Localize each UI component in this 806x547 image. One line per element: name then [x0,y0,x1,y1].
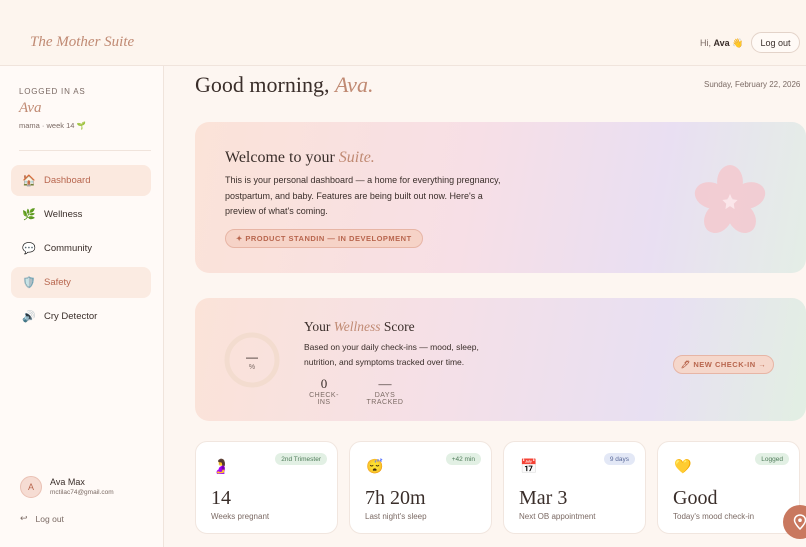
days-tracked-value: — [378,376,392,391]
weeks-pregnant-value: 14 [211,487,231,509]
mood-label: Today's mood check-in [673,512,755,521]
wellness-title: Your Wellness Score [304,319,415,335]
greeting-name: Ava. [334,72,374,97]
logged-in-label: LOGGED IN AS [19,87,86,96]
score-value: — [246,350,258,364]
appointment-label: Next OB appointment [519,512,596,521]
status-badge: ✦ PRODUCT STANDIN — IN DEVELOPMENT [225,229,423,248]
checkins-stat: 0 CHECK-INS [304,376,344,406]
sleep-card[interactable]: 😴 +42 min 7h 20m Last night's sleep [349,441,492,534]
appointment-value: Mar 3 [519,487,568,509]
sidebar-item-safety[interactable]: 🛡️ Safety [11,267,151,298]
sidebar-user-sub: mama · week 14 🌱 [19,121,86,130]
sidebar-item-label: Cry Detector [44,311,98,322]
welcome-title-accent: Suite. [338,149,375,166]
header-greeting-prefix: Hi, [700,38,711,48]
trimester-badge: 2nd Trimester [275,453,327,465]
wellness-title-suffix: Score [383,319,415,334]
wellness-title-accent: Wellness [333,319,381,334]
sakura-flower-icon [694,165,766,234]
location-pin-icon [793,514,806,530]
days-tracked-label: DAYS TRACKED [366,392,404,406]
mood-logged-badge: Logged [755,453,789,465]
chat-bubble-icon: 💬 [22,243,36,255]
header-greeting: Hi, Ava 👋 [700,38,743,49]
calendar-icon: 📅 [520,458,538,474]
sleeping-face-icon: 😴 [366,458,384,474]
logout-arrow-icon: ↩ [20,513,28,523]
sidebar-item-label: Wellness [44,209,83,220]
score-unit: % [248,364,256,371]
page-title: Good morning, Ava. [195,72,373,98]
mood-card[interactable]: 💛 Logged Good Today's mood check-in [657,441,800,534]
wellness-description: Based on your daily check-ins — mood, sl… [304,342,479,367]
sidebar-item-cry-detector[interactable]: 🔊 Cry Detector [11,301,151,332]
sidebar-logout-link[interactable]: ↩ Log out [20,513,64,524]
welcome-title: Welcome to your Suite. [225,149,375,167]
current-date: Sunday, February 22, 2026 [704,80,801,89]
appointment-countdown-badge: 9 days [603,453,635,465]
welcome-card: Welcome to your Suite. This is your pers… [195,122,806,273]
sidebar-item-community[interactable]: 💬 Community [11,233,151,264]
checkins-label: CHECK-INS [309,392,339,406]
sidebar-divider [19,150,151,151]
sidebar-item-wellness[interactable]: 🌿 Wellness [11,199,151,230]
sidebar-item-dashboard[interactable]: 🏠 Dashboard [11,165,151,196]
account-name: Ava Max [50,477,85,487]
account-email: mctilac74@gmail.com [50,489,114,496]
welcome-body: This is your personal dashboard — a home… [225,175,501,216]
top-bar: The Mother Suite Hi, Ava 👋 Log out [0,0,806,66]
wellness-score-card: — % Your Wellness Score Based on your da… [195,298,806,421]
yellow-heart-icon: 💛 [674,458,692,474]
herb-icon: 🌿 [22,209,36,221]
mood-value: Good [673,487,718,509]
speaker-icon: 🔊 [22,311,36,323]
sleep-delta-badge: +42 min [445,453,481,465]
weeks-pregnant-label: Weeks pregnant [211,512,270,521]
shield-icon: 🛡️ [22,277,36,289]
new-check-in-button[interactable]: 🖊 NEW CHECK-IN → [673,355,774,374]
sidebar-logout-label: Log out [35,513,64,524]
header-user-name: Ava [713,38,730,48]
sidebar-item-label: Dashboard [44,175,91,186]
sidebar-user-name: Ava [19,100,42,116]
avatar[interactable]: A [20,476,42,498]
sidebar: LOGGED IN AS Ava mama · week 14 🌱 🏠 Dash… [0,66,164,547]
sleep-label: Last night's sleep [365,512,427,521]
welcome-title-text: Welcome to your [225,149,335,166]
checkins-value: 0 [320,376,328,391]
days-tracked-stat: — DAYS TRACKED [358,376,412,406]
home-icon: 🏠 [22,175,36,187]
greeting-text: Good morning, [195,72,330,97]
sidebar-item-label: Safety [44,277,71,288]
pregnant-woman-icon: 🤰 [212,458,230,474]
wave-icon: 👋 [732,38,744,48]
appointment-card[interactable]: 📅 9 days Mar 3 Next OB appointment [503,441,646,534]
sidebar-item-label: Community [44,243,93,254]
brand-logo[interactable]: The Mother Suite [30,34,134,51]
wellness-title-prefix: Your [304,319,331,334]
sleep-value: 7h 20m [365,487,426,509]
logout-button[interactable]: Log out [751,32,800,53]
weeks-pregnant-card[interactable]: 🤰 2nd Trimester 14 Weeks pregnant [195,441,338,534]
